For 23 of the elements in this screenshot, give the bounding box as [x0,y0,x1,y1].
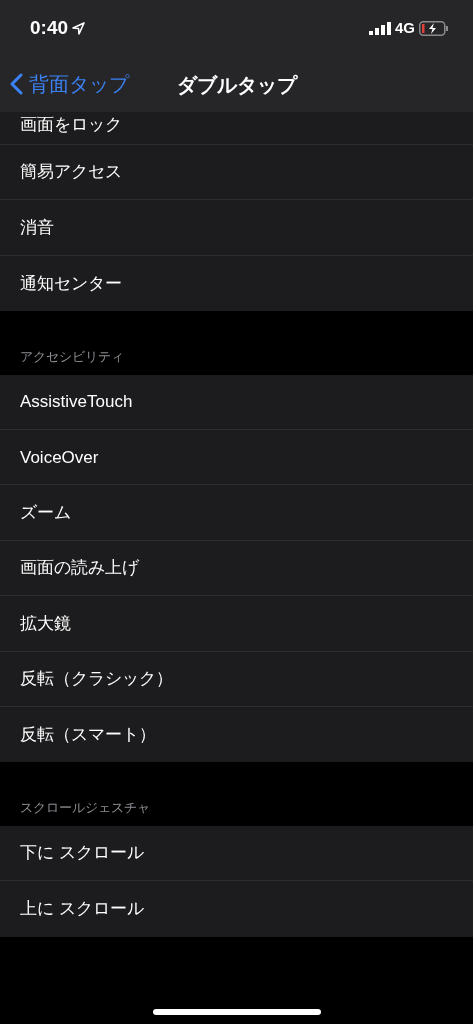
list-item[interactable]: ズーム [20,499,71,526]
location-icon [72,21,86,35]
list-item[interactable]: VoiceOver [20,444,99,470]
list-item[interactable]: 画面の読み上げ [20,555,139,581]
list-item[interactable]: 反転（クラシック） [20,666,173,692]
list-item[interactable]: 通知センター [20,270,122,297]
chevron-left-icon [10,73,23,95]
section-header: スクロールジェスチャ [20,800,150,816]
list-item[interactable]: 消音 [20,214,54,241]
back-button[interactable]: 背面タップ [0,56,129,112]
list-item[interactable]: 簡易アクセス [20,159,122,185]
list-item[interactable]: 拡大鏡 [20,610,71,637]
battery-icon [419,20,449,36]
list-item[interactable]: AssistiveTouch [20,389,133,415]
page-title: ダブルタップ [176,73,297,98]
section-header: アクセシビリティ [20,349,124,365]
list-item[interactable]: 上に スクロール [20,896,144,922]
list-item[interactable]: 反転（スマート） [20,721,156,748]
status-time: 0:40 [30,15,69,40]
network-label: 4G [395,17,415,38]
list-item[interactable]: 下に スクロール [20,840,144,866]
list-item[interactable]: 画面をロック [20,112,122,138]
signal-icon [369,21,391,35]
